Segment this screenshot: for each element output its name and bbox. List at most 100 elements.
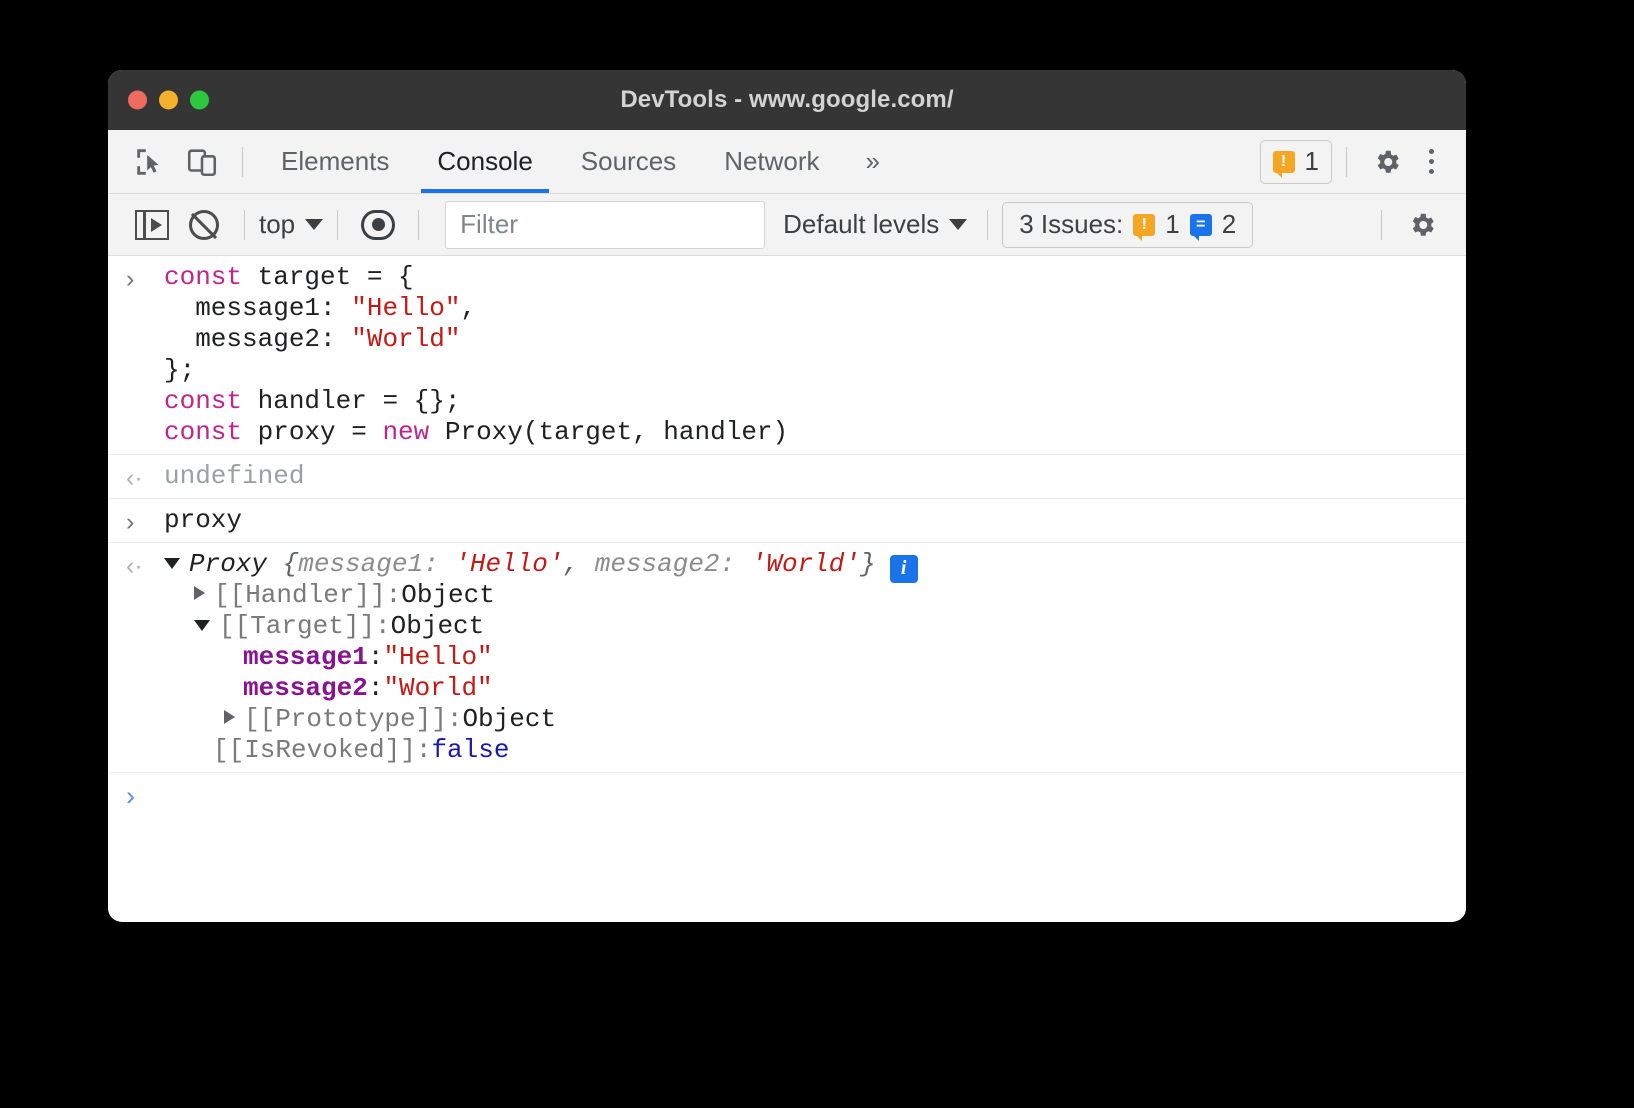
separator: : bbox=[386, 580, 402, 611]
issues-summary-label: 3 Issues: bbox=[1019, 209, 1123, 240]
log-levels-selector[interactable]: Default levels bbox=[777, 209, 973, 240]
expand-triangle-open-icon[interactable] bbox=[164, 558, 180, 569]
internal-slot-value: Object bbox=[391, 611, 485, 642]
tab-bar-right-controls: ! 1 bbox=[1260, 136, 1466, 188]
object-class-name: Proxy bbox=[189, 549, 267, 579]
console-toolbar-right bbox=[1367, 199, 1466, 251]
code-token: "Hello" bbox=[351, 293, 460, 323]
object-tree-row[interactable]: [[Target]]: Object bbox=[194, 611, 1466, 642]
info-icon[interactable]: i bbox=[890, 555, 918, 583]
console-result-value: undefined bbox=[164, 461, 1466, 492]
info-bubble-icon: = bbox=[1190, 214, 1212, 236]
live-expression-icon[interactable] bbox=[352, 199, 404, 251]
tab-sources[interactable]: Sources bbox=[557, 130, 700, 193]
more-tabs-icon[interactable]: » bbox=[844, 130, 902, 193]
toolbar-divider bbox=[244, 210, 245, 240]
execution-context-selector[interactable]: top bbox=[259, 209, 323, 240]
internal-slot-label: [[Prototype]] bbox=[244, 704, 447, 735]
console-prompt-input[interactable] bbox=[164, 783, 1466, 814]
chevron-down-icon bbox=[305, 219, 323, 230]
issues-info-count: 2 bbox=[1222, 209, 1236, 240]
internal-slot-label: [[IsRevoked]] bbox=[213, 735, 416, 766]
console-input-entry[interactable]: › proxy bbox=[108, 499, 1466, 543]
object-tree-row[interactable]: [[Handler]]: Object bbox=[194, 580, 1466, 611]
property-name: message2 bbox=[243, 673, 368, 704]
maximize-window-icon[interactable] bbox=[190, 91, 209, 110]
property-value: "Hello" bbox=[383, 642, 492, 673]
code-token: , bbox=[460, 293, 476, 323]
preview-sep: : bbox=[423, 549, 454, 579]
object-tree-row[interactable]: [[Prototype]]: Object bbox=[224, 704, 1466, 735]
code-token: }; bbox=[164, 355, 195, 385]
property-name: message1 bbox=[243, 642, 368, 673]
tab-console[interactable]: Console bbox=[413, 130, 556, 193]
object-preview-row[interactable]: Proxy {message1: 'Hello', message2: 'Wor… bbox=[164, 549, 1466, 580]
gear-icon[interactable] bbox=[1396, 199, 1448, 251]
expand-triangle-closed-icon[interactable] bbox=[224, 710, 235, 724]
code-token: const bbox=[164, 262, 258, 292]
console-prompt[interactable]: › bbox=[108, 772, 1466, 824]
tab-elements[interactable]: Elements bbox=[257, 130, 413, 193]
preview-prop-name: message2 bbox=[595, 549, 720, 579]
console-input-entry[interactable]: › const target = { message1: "Hello", me… bbox=[108, 256, 1466, 455]
preview-prop-value: 'Hello' bbox=[454, 549, 563, 579]
internal-slot-value: Object bbox=[462, 704, 556, 735]
separator: : bbox=[368, 642, 384, 673]
expand-triangle-open-icon[interactable] bbox=[194, 620, 210, 631]
separator: : bbox=[416, 735, 432, 766]
separator: : bbox=[375, 611, 391, 642]
tab-network[interactable]: Network bbox=[700, 130, 843, 193]
object-tree-row[interactable]: [[IsRevoked]]: false bbox=[213, 735, 1466, 766]
preview-comma: , bbox=[564, 549, 595, 579]
console-sidebar-icon[interactable] bbox=[126, 199, 178, 251]
devtools-window: DevTools - www.google.com/ Elements bbox=[108, 70, 1466, 922]
object-tree-row[interactable]: message1: "Hello" bbox=[243, 642, 1466, 673]
device-toolbar-icon[interactable] bbox=[176, 136, 228, 188]
preview-sep: : bbox=[720, 549, 751, 579]
input-marker: › bbox=[126, 264, 134, 295]
internal-slot-value: false bbox=[431, 735, 509, 766]
clear-console-icon[interactable] bbox=[178, 199, 230, 251]
input-marker: › bbox=[126, 507, 134, 538]
screenshot-root: DevTools - www.google.com/ Elements bbox=[0, 0, 1634, 1108]
chevron-down-icon bbox=[949, 219, 967, 230]
kebab-menu-icon[interactable] bbox=[1413, 149, 1450, 174]
execution-context-label: top bbox=[259, 209, 295, 240]
inspect-cursor-icon[interactable] bbox=[124, 136, 176, 188]
console-result-entry[interactable]: ‹· undefined bbox=[108, 455, 1466, 499]
close-window-icon[interactable] bbox=[128, 91, 147, 110]
preview-prop-name: message1 bbox=[298, 549, 423, 579]
toolbar-divider bbox=[1346, 147, 1347, 177]
code-token: target = { bbox=[258, 262, 414, 292]
traffic-light-buttons[interactable] bbox=[128, 91, 209, 110]
internal-slot-value: Object bbox=[401, 580, 495, 611]
preview-open-brace: { bbox=[267, 549, 298, 579]
object-tree-row[interactable]: message2: "World" bbox=[243, 673, 1466, 704]
code-token: const bbox=[164, 386, 258, 416]
preview-prop-value: 'World' bbox=[751, 549, 860, 579]
filter-input[interactable] bbox=[460, 209, 750, 240]
devtools-tab-bar: Elements Console Sources Network » ! 1 bbox=[108, 130, 1466, 194]
prompt-caret-icon: › bbox=[126, 781, 135, 812]
code-token: const bbox=[164, 417, 258, 447]
console-object-result-entry[interactable]: ‹· Proxy {message1: 'Hello', message2: '… bbox=[108, 543, 1466, 772]
separator: : bbox=[447, 704, 463, 735]
minimize-window-icon[interactable] bbox=[159, 91, 178, 110]
gear-icon[interactable] bbox=[1361, 136, 1413, 188]
panel-tabs: Elements Console Sources Network » bbox=[257, 130, 902, 193]
toolbar-divider bbox=[242, 147, 243, 177]
toolbar-divider bbox=[337, 210, 338, 240]
code-token: proxy = bbox=[258, 417, 383, 447]
code-token: "World" bbox=[351, 324, 460, 354]
window-titlebar: DevTools - www.google.com/ bbox=[108, 70, 1466, 130]
code-token: message2: bbox=[164, 324, 351, 354]
code-token: Proxy(target, handler) bbox=[445, 417, 788, 447]
filter-input-wrapper[interactable] bbox=[445, 201, 765, 249]
console-message-list[interactable]: › const target = { message1: "Hello", me… bbox=[108, 256, 1466, 920]
code-token: handler = {}; bbox=[258, 386, 461, 416]
expand-triangle-closed-icon[interactable] bbox=[194, 586, 205, 600]
issues-summary-button[interactable]: 3 Issues: ! 1 = 2 bbox=[1002, 202, 1253, 248]
code-token: message1: bbox=[164, 293, 351, 323]
window-title: DevTools - www.google.com/ bbox=[108, 86, 1466, 114]
issues-badge-button[interactable]: ! 1 bbox=[1260, 140, 1332, 184]
